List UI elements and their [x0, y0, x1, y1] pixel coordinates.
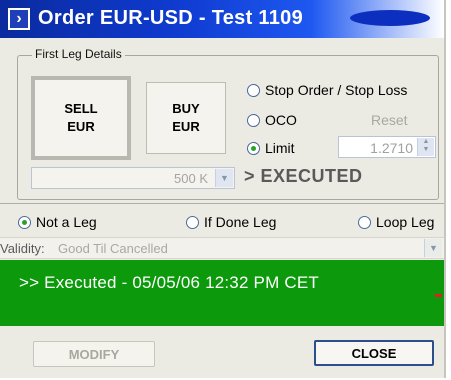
- spinner-icon[interactable]: ▲ ▼: [417, 138, 434, 156]
- title-decoration: [350, 10, 430, 26]
- buy-currency-label: EUR: [172, 119, 200, 134]
- radio-limit-label: Limit: [265, 140, 295, 156]
- chevron-down-icon[interactable]: ▼: [424, 239, 442, 257]
- status-panel: >> Executed - 05/05/06 12:32 PM CET: [0, 260, 444, 326]
- window-title: Order EUR-USD - Test 1109: [38, 7, 303, 29]
- section-divider: [0, 203, 444, 204]
- radio-stop-order[interactable]: Stop Order / Stop Loss: [247, 82, 407, 98]
- radio-not-a-leg[interactable]: Not a Leg: [18, 214, 97, 230]
- radio-stop-order-indicator[interactable]: [247, 83, 260, 97]
- validity-value: Good Til Cancelled: [58, 241, 168, 256]
- radio-if-done-leg-indicator[interactable]: [186, 215, 199, 229]
- sell-currency-label: EUR: [67, 119, 95, 134]
- radio-limit-indicator[interactable]: [247, 141, 260, 155]
- radio-oco-label: OCO: [265, 112, 297, 128]
- first-leg-legend: First Leg Details: [32, 47, 125, 61]
- radio-if-done-leg[interactable]: If Done Leg: [186, 214, 276, 230]
- status-message: >> Executed - 05/05/06 12:32 PM CET: [19, 273, 319, 292]
- radio-stop-order-label: Stop Order / Stop Loss: [265, 82, 408, 98]
- radio-not-a-leg-label: Not a Leg: [36, 214, 97, 230]
- chevron-down-icon[interactable]: ▼: [215, 169, 233, 187]
- close-button[interactable]: CLOSE: [314, 340, 434, 366]
- radio-if-done-leg-label: If Done Leg: [204, 214, 277, 230]
- radio-oco-indicator[interactable]: [247, 113, 260, 127]
- buy-eur-button[interactable]: BUY EUR: [146, 82, 226, 154]
- radio-limit[interactable]: Limit: [247, 140, 295, 156]
- reset-link[interactable]: Reset: [371, 112, 408, 128]
- radio-loop-leg-label: Loop Leg: [376, 214, 435, 230]
- executed-status-label: > EXECUTED: [244, 166, 363, 186]
- amount-dropdown[interactable]: 500 K ▼: [31, 167, 235, 189]
- app-arrow-icon: ›: [8, 8, 30, 30]
- radio-not-a-leg-indicator[interactable]: [18, 215, 31, 229]
- limit-price-value: 1.2710: [370, 140, 413, 156]
- modify-button[interactable]: MODIFY: [33, 341, 155, 367]
- status-marker: [435, 294, 442, 297]
- radio-oco[interactable]: OCO: [247, 112, 297, 128]
- limit-price-field[interactable]: 1.2710 ▲ ▼: [338, 136, 436, 158]
- validity-label: Validity:: [0, 241, 45, 256]
- buy-label: BUY: [172, 101, 200, 116]
- validity-dropdown[interactable]: Validity: Good Til Cancelled ▼: [0, 237, 444, 259]
- sell-eur-button[interactable]: SELL EUR: [31, 76, 131, 160]
- amount-value: 500 K: [174, 171, 208, 186]
- radio-loop-leg[interactable]: Loop Leg: [358, 214, 434, 230]
- order-window: › Order EUR-USD - Test 1109 First Leg De…: [0, 0, 446, 378]
- title-bar: › Order EUR-USD - Test 1109: [0, 0, 444, 38]
- sell-label: SELL: [64, 101, 98, 116]
- radio-loop-leg-indicator[interactable]: [358, 215, 371, 229]
